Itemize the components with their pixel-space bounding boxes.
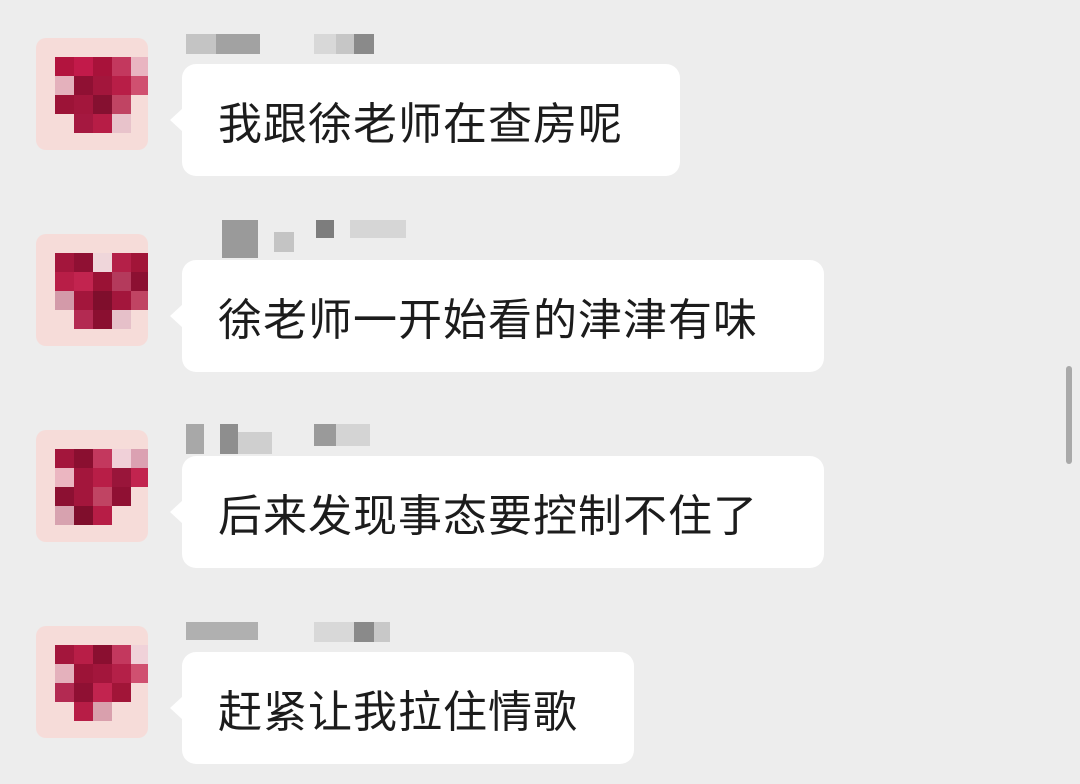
- chat-message-list: 我跟徐老师在查房呢 徐老师一开始看的津津有味 后来发现事态要控制不住了 赶紧让我…: [0, 0, 1080, 784]
- message-text: 后来发现事态要控制不住了: [218, 491, 758, 542]
- message-bubble[interactable]: 赶紧让我拉住情歌: [170, 652, 634, 764]
- message-row: 我跟徐老师在查房呢: [0, 0, 1080, 196]
- message-row: 徐老师一开始看的津津有味: [0, 196, 1080, 392]
- avatar[interactable]: [36, 38, 148, 150]
- message-text: 我跟徐老师在查房呢: [218, 99, 623, 150]
- avatar[interactable]: [36, 430, 148, 542]
- scrollbar[interactable]: [1066, 366, 1072, 464]
- sender-name-redacted: [186, 622, 406, 644]
- avatar[interactable]: [36, 234, 148, 346]
- sender-name-redacted: [222, 220, 442, 258]
- message-bubble[interactable]: 徐老师一开始看的津津有味: [170, 260, 824, 372]
- message-text: 徐老师一开始看的津津有味: [218, 295, 758, 346]
- message-bubble[interactable]: 我跟徐老师在查房呢: [170, 64, 680, 176]
- avatar[interactable]: [36, 626, 148, 738]
- message-row: 赶紧让我拉住情歌: [0, 588, 1080, 784]
- message-text: 赶紧让我拉住情歌: [218, 687, 578, 738]
- sender-name-redacted: [186, 424, 406, 454]
- sender-name-redacted: [186, 34, 406, 56]
- message-bubble[interactable]: 后来发现事态要控制不住了: [170, 456, 824, 568]
- message-row: 后来发现事态要控制不住了: [0, 392, 1080, 588]
